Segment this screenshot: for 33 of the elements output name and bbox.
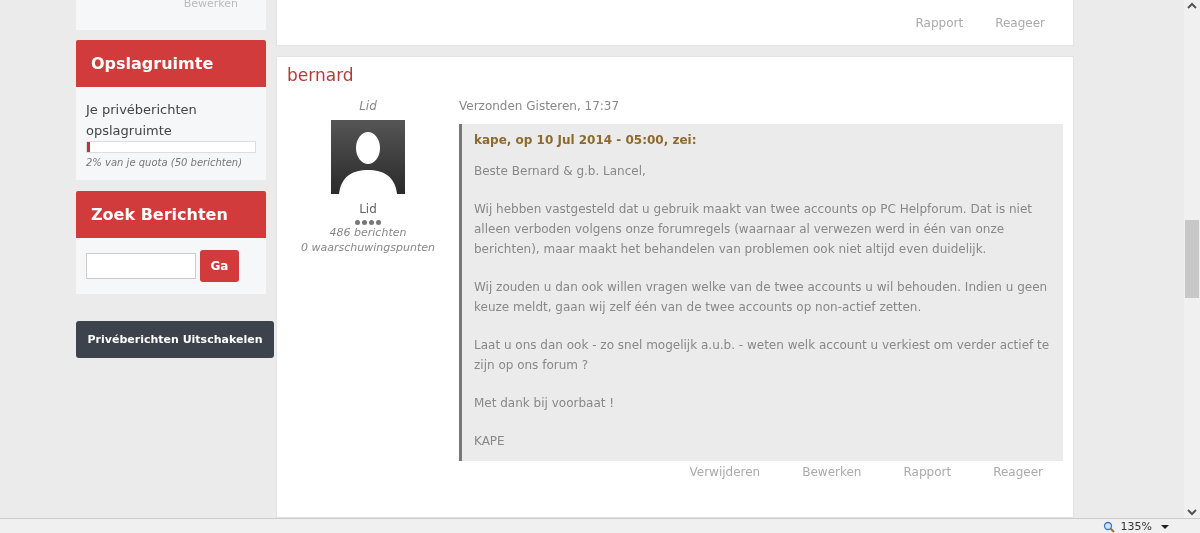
warning-points: 0 waarschuwingspunten: [301, 240, 435, 255]
action-link[interactable]: Rapport: [903, 465, 952, 479]
zoom-icon: [1102, 520, 1115, 533]
panel-header: Opslagruimte: [76, 40, 266, 87]
quota-text: 2% van je quota (50 berichten): [86, 157, 244, 168]
quote-paragraph: Laat u ons dan ook - zo snel mogelijk a.u.b. - weten welk account u verkiest om verder actief te zijn op ons forum ?: [474, 337, 1051, 374]
action-link[interactable]: Reageer: [995, 15, 1045, 30]
storage-label: Je privéberichten opslagruimte: [86, 101, 198, 140]
rank-pips-icon: [355, 220, 381, 225]
disable-messages-button[interactable]: Privéberichten Uitschakelen: [76, 321, 274, 358]
action-link[interactable]: Rapport: [915, 15, 964, 30]
quote-paragraph: Met dank bij voorbaat !: [474, 395, 616, 412]
scroll-thumb[interactable]: [1185, 220, 1199, 298]
action-link[interactable]: Verwijderen: [689, 465, 761, 479]
avatar-icon: [331, 120, 405, 194]
quote-citation: kape, op 10 Jul 2014 - 05:00, zei:: [474, 133, 698, 147]
zoom-level[interactable]: 135%: [1120, 520, 1152, 533]
action-link[interactable]: Bewerken: [802, 465, 862, 479]
scrollbar[interactable]: [1184, 0, 1200, 518]
sent-date: Verzonden Gisteren, 17:37: [459, 99, 621, 113]
scroll-down-icon[interactable]: [1186, 506, 1198, 518]
search-button[interactable]: Ga: [200, 250, 239, 282]
quote-paragraph: KAPE: [474, 433, 506, 450]
search-field[interactable]: [86, 253, 196, 279]
action-link[interactable]: Reageer: [993, 465, 1043, 479]
member-title: Lid: [359, 99, 377, 113]
panel-header: Zoek Berichten: [76, 191, 266, 238]
quote-paragraph: Wij hebben vastgesteld dat u gebruik maakt van twee accounts op PC Helpforum. Dat is niet alleen verboden volgens onze forumregels (waarnaar al verwezen werd in één van onze berichten), maar maakt het behandelen van problemen ook niet altijd even duidelijk.: [474, 201, 1034, 258]
quote-paragraph: Beste Bernard & g.b. Lancel,: [474, 163, 647, 180]
post-count: 486 berichten: [329, 225, 407, 240]
quote-paragraph: Wij zouden u dan ook willen vragen welke van de twee accounts u wil behouden. Indien u geen keuze meldt, gaan wij zelf één van de twee accounts op non-actief zetten.: [474, 279, 1049, 316]
author-name[interactable]: bernard: [277, 57, 1073, 85]
member-group: Lid: [359, 202, 377, 216]
